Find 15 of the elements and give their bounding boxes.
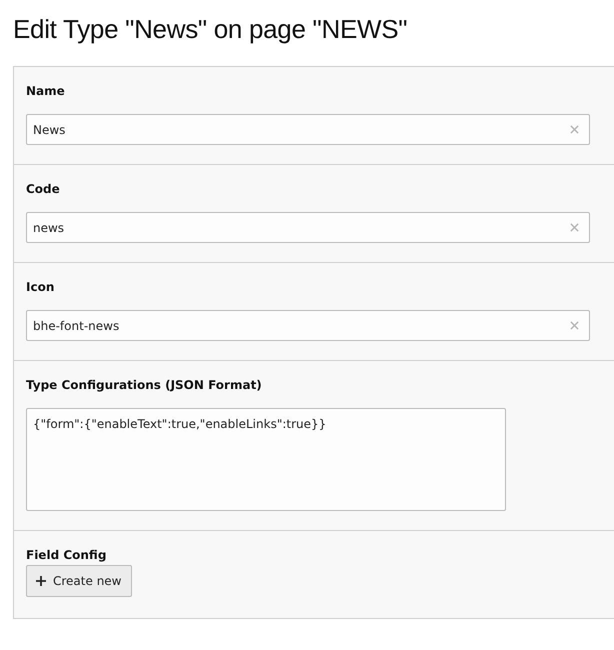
page-title: Edit Type "News" on page "NEWS" <box>13 13 408 46</box>
clear-icon[interactable] <box>570 321 579 330</box>
clear-icon[interactable] <box>570 223 579 232</box>
text-field[interactable]: News <box>26 114 590 145</box>
field-label: Name <box>26 84 66 98</box>
field-label: Field Config <box>26 548 108 562</box>
json-textarea[interactable]: {"form":{"enableText":true,"enableLinks":true}} <box>26 408 506 511</box>
plus-icon <box>36 576 46 586</box>
field-label: Type Configurations (JSON Format) <box>26 378 263 392</box>
text-field[interactable]: news <box>26 212 590 243</box>
field-label: Icon <box>26 280 56 294</box>
field-label: Code <box>26 182 61 196</box>
create-new-button[interactable]: Create new <box>26 565 132 597</box>
text-field[interactable]: bhe-font-news <box>26 310 590 341</box>
clear-icon[interactable] <box>570 125 579 134</box>
